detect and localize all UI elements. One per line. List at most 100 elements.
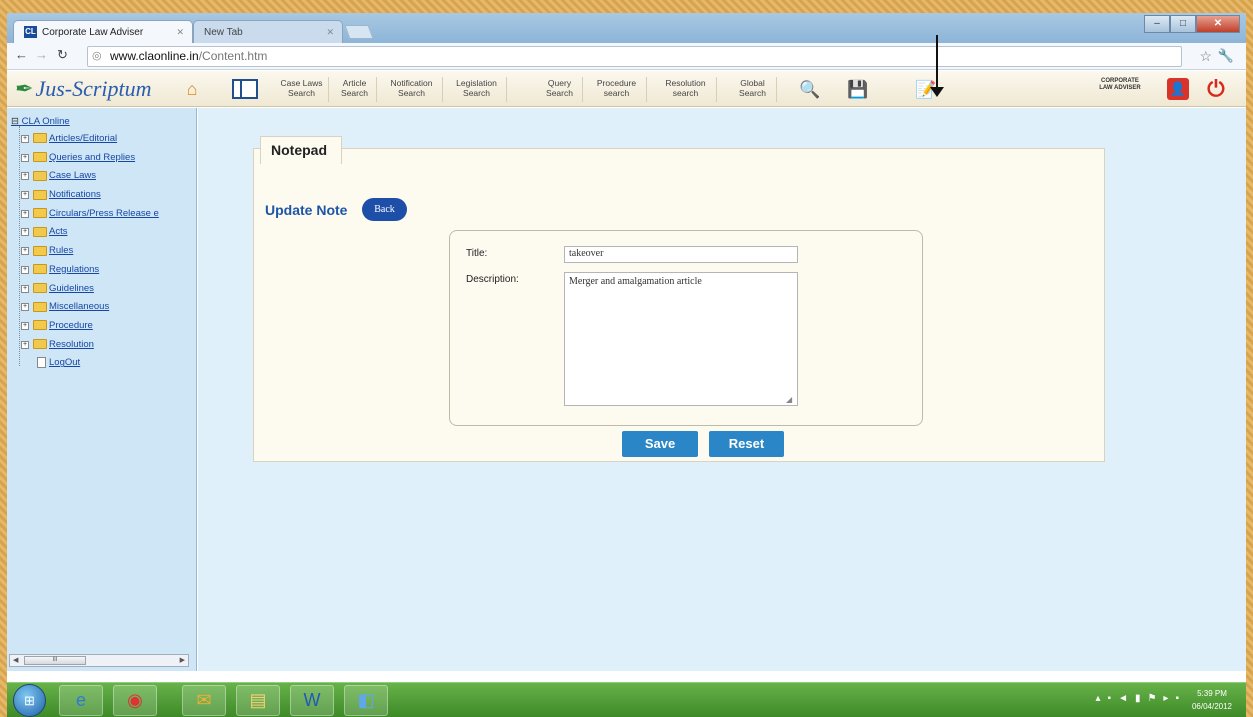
folder-icon: [33, 264, 47, 275]
magnifier-icon[interactable]: 🔍: [797, 77, 823, 103]
sidebar-item-queries[interactable]: + Queries and Replies: [11, 150, 196, 169]
browser-window: CL Corporate Law Adviser ✕ New Tab ✕ – □ …: [7, 13, 1246, 717]
sidebar-item-label: Queries and Replies: [49, 151, 136, 163]
procedure-search-button[interactable]: Procedure search: [587, 77, 647, 102]
update-note-heading: Update Note: [265, 202, 348, 218]
tab-strip: CL Corporate Law Adviser ✕ New Tab ✕ – □ …: [7, 13, 1246, 43]
tab-close-icon[interactable]: ✕: [176, 21, 184, 44]
sidebar-item-procedure[interactable]: + Procedure: [11, 318, 196, 337]
minimize-button[interactable]: –: [1144, 15, 1170, 33]
sidebar-item-label: Miscellaneous: [49, 301, 110, 313]
contact-icon[interactable]: 👤: [1167, 78, 1189, 100]
sidebar-item-notifications[interactable]: + Notifications: [11, 187, 196, 206]
annotation-arrow-line: [936, 35, 938, 89]
home-icon[interactable]: ⌂: [179, 78, 205, 100]
url-input[interactable]: ◎ www.claonline.in/Content.htm: [87, 46, 1182, 67]
maximize-button[interactable]: □: [1170, 15, 1196, 33]
case-laws-search-button[interactable]: Case Laws Search: [275, 77, 329, 102]
tab-corporate-law-adviser[interactable]: CL Corporate Law Adviser ✕: [13, 20, 193, 43]
bookmark-star-icon[interactable]: ☆: [1199, 48, 1212, 65]
sidebar-item-label: Procedure: [49, 319, 93, 331]
sidebar-item-label: Resolution: [49, 338, 94, 350]
jus-scriptum-logo: ✒Jus-Scriptum: [15, 76, 152, 102]
address-bar: ← → ↻ ◎ www.claonline.in/Content.htm ☆ 🔧: [7, 43, 1246, 70]
folder-icon: [33, 208, 47, 219]
sidebar-item-resolution[interactable]: + Resolution: [11, 337, 196, 356]
sidebar-item-label: Circulars/Press Release e: [49, 207, 159, 219]
folder-icon: [33, 152, 47, 163]
system-clock[interactable]: 5:39 PM 06/04/2012: [1188, 687, 1236, 713]
clock-date: 06/04/2012: [1191, 702, 1233, 711]
close-window-button[interactable]: ✕: [1196, 15, 1240, 33]
tree-root[interactable]: ⊟ CLA Online: [11, 114, 196, 131]
system-tray-icons[interactable]: ▴▪◄▮⚑▸▪: [1096, 693, 1187, 704]
taskbar: ⊞ e ◉ ✉ ▤ W ◧ ▴▪◄▮⚑▸▪ 5:39 PM 06/04/2012: [7, 682, 1246, 717]
folder-icon: [33, 301, 47, 312]
folder-icon: [33, 282, 47, 293]
title-field[interactable]: takeover: [564, 246, 798, 263]
feather-icon: ✒: [15, 76, 34, 101]
window-app-icon[interactable]: ◧: [344, 685, 388, 716]
article-search-button[interactable]: Article Search: [333, 77, 377, 102]
sidebar-scrollbar[interactable]: ◀ III ▶: [9, 654, 189, 667]
scrollbar-thumb[interactable]: III: [24, 656, 86, 665]
resize-grip-icon[interactable]: ◢: [786, 395, 792, 404]
new-tab-button[interactable]: [344, 25, 374, 39]
sidebar-item-guidelines[interactable]: + Guidelines: [11, 281, 196, 300]
sidebar-tree: ⊟ CLA Online + Articles/Editorial + Querie…: [7, 108, 197, 671]
query-search-button[interactable]: Query Search: [537, 77, 583, 102]
folder-icon: [33, 320, 47, 331]
reload-icon[interactable]: ↻: [57, 47, 68, 63]
tab-label: Corporate Law Adviser: [42, 27, 144, 38]
save-disk-icon[interactable]: 💾: [845, 77, 871, 103]
sidebar-item-label: Rules: [49, 245, 74, 257]
internet-explorer-icon[interactable]: e: [59, 685, 103, 716]
notepad-tab: Notepad: [260, 136, 342, 164]
tab-new-tab[interactable]: New Tab ✕: [193, 20, 343, 43]
sidebar-item-label: Notifications: [49, 189, 101, 201]
scroll-left-icon[interactable]: ◀: [13, 655, 18, 666]
description-field[interactable]: Merger and amalgamation article: [564, 272, 798, 406]
reset-button[interactable]: Reset: [709, 431, 784, 457]
clock-time: 5:39 PM: [1197, 689, 1227, 698]
back-arrow-icon[interactable]: ←: [15, 47, 28, 62]
folder-icon: [33, 133, 47, 144]
tab-close-icon[interactable]: ✕: [326, 21, 334, 44]
sidebar-item-acts[interactable]: + Acts: [11, 224, 196, 243]
sidebar-item-rules[interactable]: + Rules: [11, 243, 196, 262]
cla-badge: CORPORATE LAW ADVISER: [1099, 78, 1141, 91]
sidebar-item-case-laws[interactable]: + Case Laws: [11, 168, 196, 187]
save-button[interactable]: Save: [622, 431, 698, 457]
toggle-panel-icon[interactable]: [232, 79, 258, 99]
outlook-icon[interactable]: ✉: [182, 685, 226, 716]
sidebar-item-logout[interactable]: LogOut: [11, 355, 196, 374]
back-button[interactable]: Back: [362, 198, 407, 221]
chrome-icon[interactable]: ◉: [113, 685, 157, 716]
sidebar-item-articles[interactable]: + Articles/Editorial: [11, 131, 196, 150]
wrench-icon[interactable]: 🔧: [1218, 48, 1234, 64]
window-controls: – □ ✕: [1144, 15, 1240, 33]
resolution-search-button[interactable]: Resolution search: [655, 77, 717, 102]
url-path: /Content.htm: [198, 49, 268, 63]
scroll-right-icon[interactable]: ▶: [180, 655, 185, 666]
sidebar-item-miscellaneous[interactable]: + Miscellaneous: [11, 299, 196, 318]
sidebar-item-circulars[interactable]: + Circulars/Press Release e: [11, 206, 196, 225]
sidebar-item-label: Guidelines: [49, 282, 94, 294]
word-icon[interactable]: W: [290, 685, 334, 716]
sidebar-item-label: LogOut: [49, 357, 81, 369]
forward-arrow-icon[interactable]: →: [35, 47, 48, 62]
app-toolbar: ✒Jus-Scriptum ⌂ Case Laws Search Article…: [7, 71, 1246, 107]
folder-icon: [33, 245, 47, 256]
sidebar-item-regulations[interactable]: + Regulations: [11, 262, 196, 281]
global-search-button[interactable]: Global Search: [729, 77, 777, 102]
page-icon: [37, 357, 46, 369]
folder-icon: [33, 189, 47, 200]
description-label: Description:: [466, 274, 519, 285]
explorer-icon[interactable]: ▤: [236, 685, 280, 716]
main-content: Notepad Update Note Back Title: takeover…: [198, 108, 1246, 671]
start-button[interactable]: ⊞: [13, 684, 46, 717]
legislation-search-button[interactable]: Legislation Search: [447, 77, 507, 102]
tree-root-label: CLA Online: [21, 116, 70, 127]
notification-search-button[interactable]: Notification Search: [381, 77, 443, 102]
power-icon[interactable]: ⏻: [1202, 76, 1230, 102]
